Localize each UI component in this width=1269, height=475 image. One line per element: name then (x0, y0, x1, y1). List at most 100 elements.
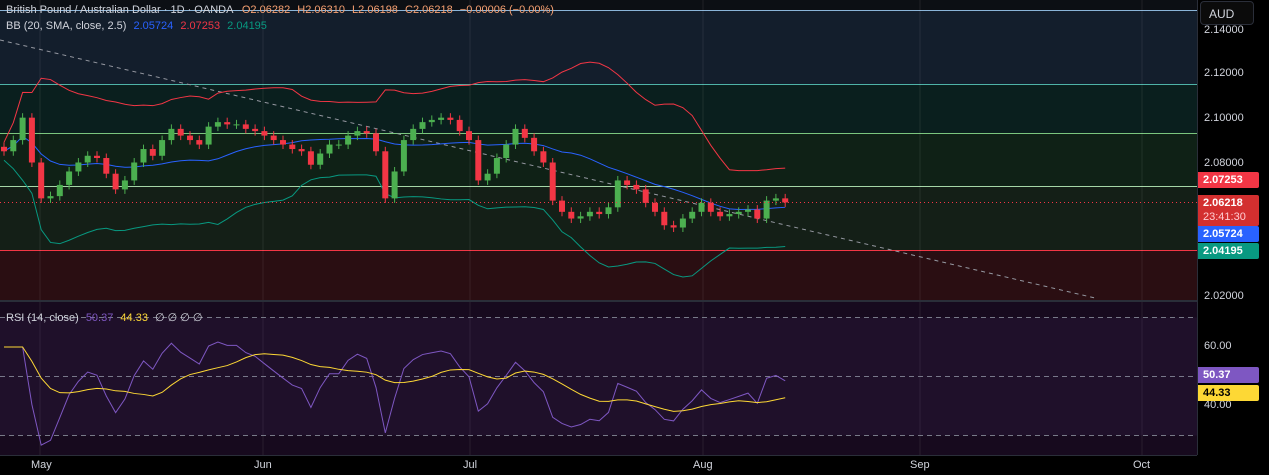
candle (363, 131, 370, 134)
candle (754, 209, 761, 219)
candle (707, 202, 714, 212)
price-tick: 2.12000 (1204, 67, 1244, 79)
candle (298, 149, 305, 152)
rsi-legend[interactable]: RSI (14, close) 50.37 44.33 ∅ ∅ ∅ ∅ (6, 311, 203, 324)
time-tick: Aug (693, 459, 713, 471)
candle (103, 158, 110, 174)
candle (512, 128, 519, 145)
candle (689, 211, 696, 219)
candle (428, 119, 435, 123)
candle (252, 128, 259, 132)
candle (242, 124, 249, 129)
candle (484, 173, 491, 181)
time-axis[interactable]: May Jun Jul Aug Sep Oct (0, 455, 1197, 475)
bb-lower-label: 2.04195 (1198, 243, 1259, 259)
candle (261, 131, 268, 136)
candle (94, 155, 100, 159)
candle (586, 211, 593, 217)
time-tick: Jun (254, 459, 272, 471)
candle (503, 144, 510, 159)
candle (670, 225, 677, 228)
currency-button[interactable]: AUD (1200, 1, 1254, 25)
candle (698, 202, 705, 212)
candle (289, 144, 296, 150)
candle (224, 122, 231, 125)
bb-upper-value: 2.07253 (180, 20, 221, 32)
time-tick: Oct (1133, 459, 1151, 471)
rsi-ma-label: 44.33 (1198, 385, 1259, 401)
bb-upper-label: 2.07253 (1198, 172, 1259, 188)
candle (38, 162, 45, 199)
candle (149, 149, 156, 156)
candle (419, 122, 426, 129)
candle (726, 214, 733, 217)
time-tick: Sep (910, 459, 930, 471)
candle (159, 140, 166, 156)
rsi-pane[interactable]: RSI (14, close) 50.37 44.33 ∅ ∅ ∅ ∅ (0, 302, 1197, 455)
zone (0, 250, 1197, 300)
zone (0, 84, 1197, 133)
low-value: L2.06198 (352, 4, 398, 16)
candle (373, 133, 379, 152)
candle (345, 135, 352, 145)
rsi-chart[interactable] (0, 302, 1197, 455)
candle (717, 211, 724, 217)
bb-legend[interactable]: BB (20, SMA, close, 2.5) 2.05724 2.07253… (6, 20, 267, 32)
candle (84, 155, 91, 163)
rsi-ma-value: 44.33 (120, 312, 148, 324)
candle (391, 171, 398, 199)
candle (679, 218, 686, 228)
candle (438, 117, 445, 120)
candle (177, 128, 184, 136)
rsi-extra-values: ∅ ∅ ∅ ∅ (155, 312, 203, 324)
candle (661, 211, 668, 226)
price-chart[interactable] (0, 0, 1197, 300)
candle (549, 162, 556, 201)
candle (131, 162, 138, 181)
candle (382, 151, 389, 199)
candle (112, 173, 119, 190)
candle (354, 131, 361, 136)
time-tick: May (31, 459, 52, 471)
symbol-legend: British Pound / Australian Dollar · 1D ·… (6, 4, 554, 16)
candle (66, 171, 73, 185)
high-value: H2.06310 (297, 4, 345, 16)
change-value: −0.00006 (−0.00%) (459, 4, 554, 16)
price-pane[interactable]: British Pound / Australian Dollar · 1D ·… (0, 0, 1197, 300)
price-axis[interactable]: 2.14000 2.12000 2.10000 2.08000 2.02000 … (1197, 0, 1269, 455)
price-tick: 2.08000 (1204, 157, 1244, 169)
candle (233, 124, 240, 126)
candle (10, 140, 17, 152)
close-value: C2.06218 (405, 4, 453, 16)
candle (326, 144, 333, 154)
open-value: O2.06282 (241, 4, 291, 16)
candle (1, 146, 7, 152)
candle (652, 202, 658, 212)
candle (19, 117, 26, 141)
last-price: 2.06218 (1203, 197, 1243, 209)
bb-label[interactable]: BB (20, SMA, close, 2.5) (6, 20, 126, 32)
candle (140, 149, 147, 163)
candle (28, 117, 35, 163)
rsi-label[interactable]: RSI (14, close) (6, 312, 79, 324)
symbol-title[interactable]: British Pound / Australian Dollar · 1D ·… (6, 4, 233, 16)
zone (0, 186, 1197, 250)
candle (735, 211, 742, 215)
candle (270, 135, 277, 141)
candle (633, 184, 640, 190)
candle (196, 140, 203, 145)
candle (493, 158, 500, 174)
candle (447, 117, 454, 120)
candle (596, 211, 603, 215)
candle (205, 126, 212, 145)
candle (521, 128, 528, 138)
candle (335, 144, 342, 146)
rsi-band (0, 317, 1197, 436)
candle (642, 189, 649, 203)
candle (400, 140, 407, 172)
zone (0, 133, 1197, 186)
candle (214, 122, 221, 127)
candle (317, 153, 324, 165)
bar-countdown: 23:41:30 (1203, 211, 1246, 223)
price-tick: 2.02000 (1204, 290, 1244, 302)
